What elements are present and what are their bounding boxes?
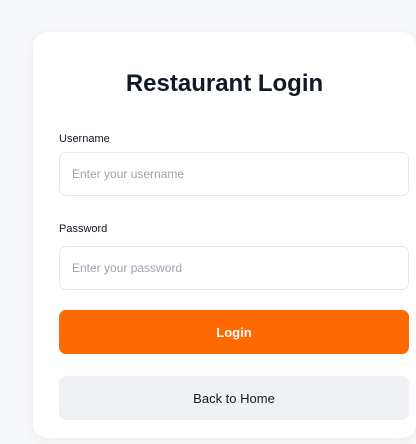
login-button[interactable]: Login <box>59 310 409 354</box>
password-input[interactable] <box>59 246 409 290</box>
login-card: Restaurant Login Username Password Login… <box>33 32 416 438</box>
username-input[interactable] <box>59 152 409 196</box>
back-to-home-button[interactable]: Back to Home <box>59 376 409 420</box>
username-label: Username <box>59 133 110 145</box>
password-label: Password <box>59 223 108 235</box>
page-title: Restaurant Login <box>125 70 324 97</box>
